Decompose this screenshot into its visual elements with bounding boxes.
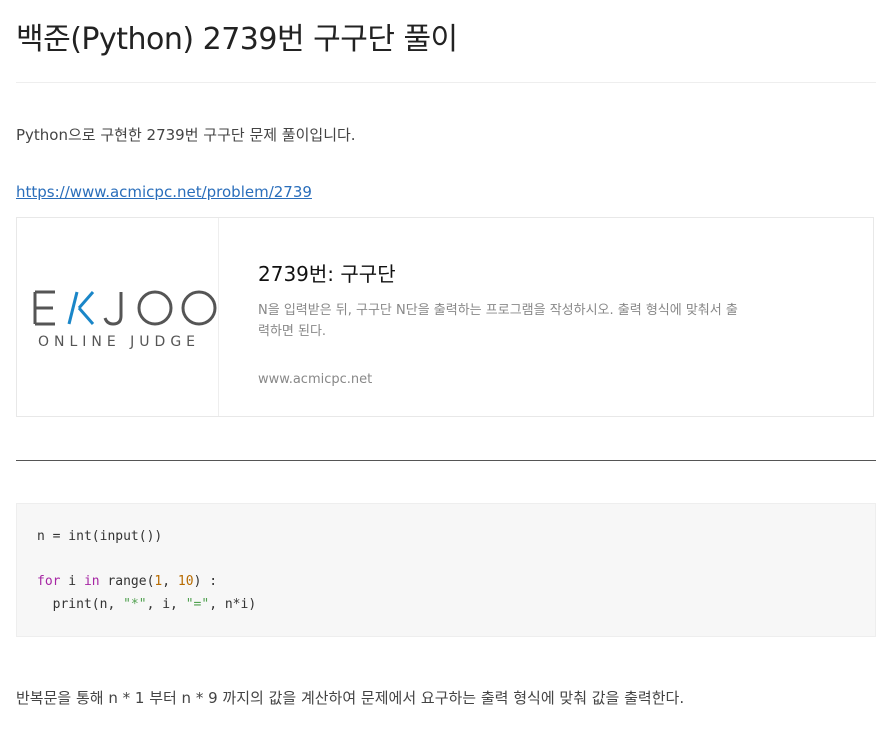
code-keyword-in: in	[83, 574, 100, 589]
code-line-1: n = int(input())	[37, 529, 163, 544]
code-text: , i,	[146, 596, 186, 612]
code-text: , n*i)	[209, 596, 257, 612]
section-divider	[16, 460, 876, 461]
title-divider	[16, 82, 876, 83]
baekjoon-logo	[33, 290, 217, 326]
summary-text: 반복문을 통해 n * 1 부터 n * 9 까지의 값을 계산하여 문제에서 …	[16, 689, 685, 707]
code-number: 10	[177, 574, 194, 589]
code-text: ) :	[193, 574, 218, 589]
code-string: "*"	[123, 596, 147, 612]
logo-subtitle: ONLINE JUDGE	[37, 334, 201, 350]
code-block: n = int(input()) for i in range(1, 10) :…	[16, 503, 876, 637]
card-title: 2739번: 구구단	[258, 262, 396, 286]
link-preview-card[interactable]: ONLINE JUDGE 2739번: 구구단 N을 입력받은 뒤, 구구단 N…	[16, 217, 874, 417]
code-keyword-for: for	[37, 574, 61, 589]
code-line-4: print(n, "*", i, "=", n*i)	[37, 596, 257, 612]
code-string: "="	[185, 596, 210, 612]
post-title: 백준(Python) 2739번 구구단 풀이	[16, 22, 458, 57]
card-host: www.acmicpc.net	[258, 372, 373, 387]
card-thumbnail: ONLINE JUDGE	[17, 218, 219, 416]
card-description: N을 입력받은 뒤, 구구단 N단을 출력하는 프로그램을 작성하시오. 출력 …	[258, 303, 738, 339]
intro-text: Python으로 구현한 2739번 구구단 문제 풀이입니다.	[16, 126, 356, 144]
code-line-3: for i in range(1, 10) :	[37, 574, 217, 589]
code-text: print(n,	[37, 596, 124, 612]
code-text: range(	[99, 574, 155, 589]
code-text: i	[60, 574, 84, 589]
problem-link[interactable]: https://www.acmicpc.net/problem/2739	[16, 183, 312, 201]
code-text: ,	[162, 574, 178, 589]
